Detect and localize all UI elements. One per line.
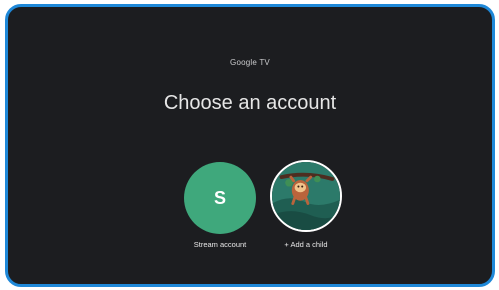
avatar: S xyxy=(184,162,256,234)
add-child-button[interactable]: + Add a child xyxy=(261,160,351,249)
page-title: Choose an account xyxy=(163,92,337,114)
account-stream[interactable]: S Stream account xyxy=(175,162,265,249)
sloth-illustration-icon xyxy=(270,160,342,232)
brand-logo-text: Google TV xyxy=(230,58,270,67)
tv-screen: Google TV Choose an account S Stream acc… xyxy=(5,4,495,287)
account-label: Stream account xyxy=(193,240,247,249)
account-label: + Add a child xyxy=(284,240,328,249)
